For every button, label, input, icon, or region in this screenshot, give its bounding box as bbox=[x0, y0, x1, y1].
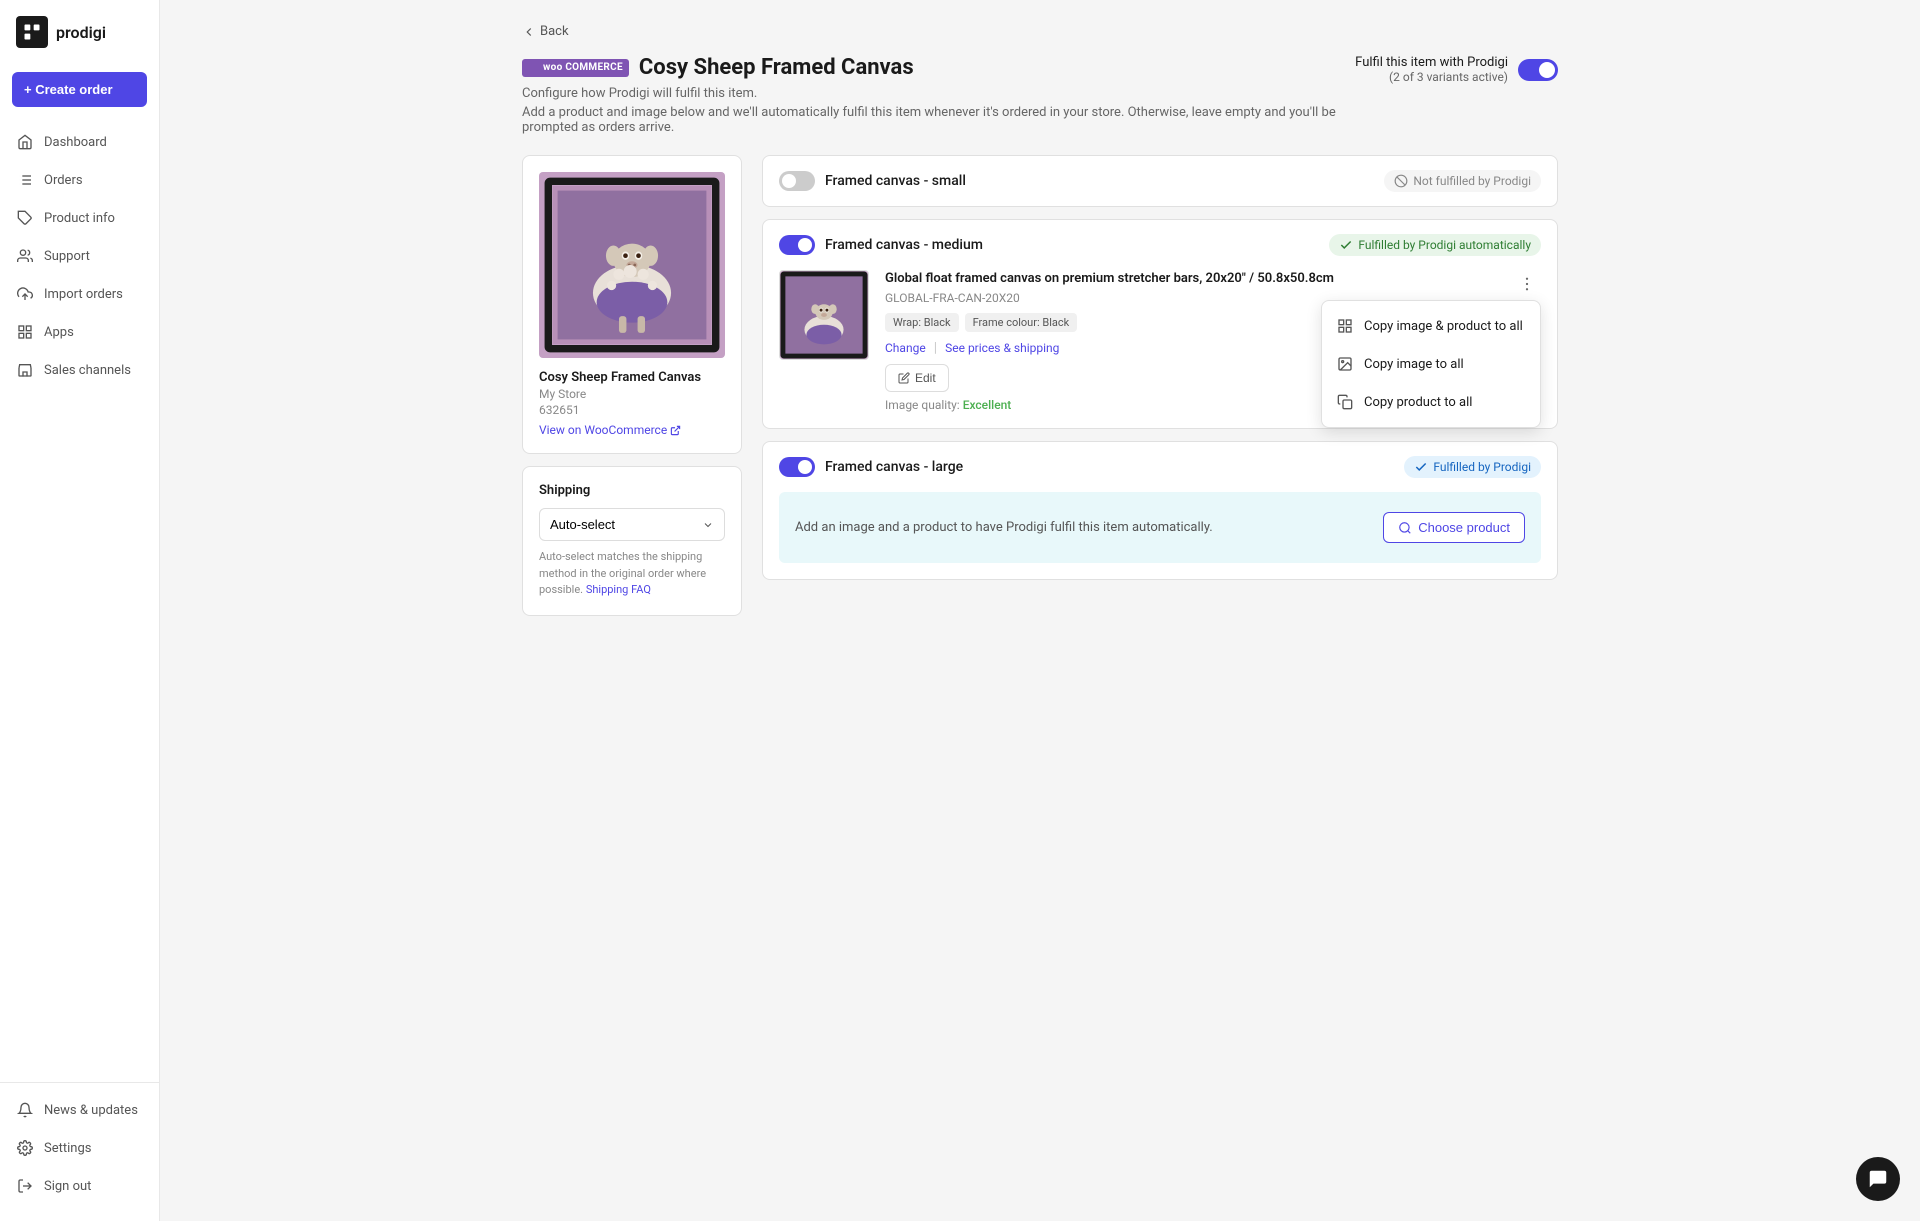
sidebar-item-dashboard-label: Dashboard bbox=[44, 135, 107, 150]
page-subtitle: Configure how Prodigi will fulfil this i… bbox=[522, 86, 1355, 101]
tag-icon bbox=[16, 209, 34, 227]
page-title: Cosy Sheep Framed Canvas bbox=[639, 55, 914, 80]
logo: prodigi bbox=[0, 0, 159, 64]
sidebar-bottom: News & updates Settings Sign out bbox=[0, 1082, 159, 1221]
variant-large-empty-text: Add an image and a product to have Prodi… bbox=[795, 520, 1367, 535]
back-link[interactable]: Back bbox=[522, 24, 1558, 39]
sidebar-item-settings[interactable]: Settings bbox=[0, 1129, 159, 1167]
more-options-button[interactable] bbox=[1513, 270, 1541, 298]
variant-large: Framed canvas - large Fulfilled by Prodi… bbox=[762, 441, 1558, 580]
fulfill-label: Fulfil this item with Prodigi bbox=[1355, 55, 1508, 70]
page-description: Add a product and image below and we'll … bbox=[522, 105, 1355, 135]
frame-tag: Frame colour: Black bbox=[965, 313, 1078, 332]
product-info-card: Cosy Sheep Framed Canvas My Store 632651… bbox=[522, 155, 742, 454]
wrap-tag: Wrap: Black bbox=[885, 313, 959, 332]
copy-image-product-item[interactable]: Copy image & product to all bbox=[1322, 307, 1540, 345]
copy-image-item[interactable]: Copy image to all bbox=[1322, 345, 1540, 383]
product-image bbox=[539, 172, 725, 358]
pricing-link[interactable]: See prices & shipping bbox=[945, 341, 1059, 355]
shipping-card: Shipping Auto-select Auto-select matches… bbox=[522, 466, 742, 616]
sidebar-item-sign-out[interactable]: Sign out bbox=[0, 1167, 159, 1205]
product-name: Cosy Sheep Framed Canvas bbox=[539, 370, 725, 385]
variant-small-status: Not fulfilled by Prodigi bbox=[1384, 170, 1541, 192]
fulfill-toggle-section: Fulfil this item with Prodigi (2 of 3 va… bbox=[1355, 55, 1558, 84]
variant-medium-name: Framed canvas - medium bbox=[825, 237, 1319, 253]
shipping-select[interactable]: Auto-select bbox=[539, 508, 725, 541]
quality-value: Excellent bbox=[963, 398, 1012, 412]
fulfill-toggle[interactable] bbox=[1518, 59, 1558, 81]
variant-medium-product-name: Global float framed canvas on premium st… bbox=[885, 270, 1497, 288]
sidebar-item-sign-out-label: Sign out bbox=[44, 1179, 91, 1194]
sidebar-item-news-updates[interactable]: News & updates bbox=[0, 1091, 159, 1129]
sidebar-item-sales-channels-label: Sales channels bbox=[44, 363, 131, 378]
copy-image-product-label: Copy image & product to all bbox=[1364, 319, 1523, 334]
woo-badge: woo COMMERCE bbox=[522, 59, 629, 77]
logo-icon bbox=[16, 16, 48, 48]
variant-large-empty: Add an image and a product to have Prodi… bbox=[779, 492, 1541, 563]
more-btn-wrapper: Copy image & product to all Copy image t… bbox=[1513, 270, 1541, 298]
sidebar-item-product-info-label: Product info bbox=[44, 211, 115, 226]
edit-button[interactable]: Edit bbox=[885, 364, 949, 392]
page-header: woo COMMERCE Cosy Sheep Framed Canvas Co… bbox=[522, 55, 1558, 135]
copy-image-label: Copy image to all bbox=[1364, 357, 1464, 372]
sidebar-item-orders-label: Orders bbox=[44, 173, 83, 188]
variant-large-name: Framed canvas - large bbox=[825, 459, 1394, 475]
choose-product-button[interactable]: Choose product bbox=[1383, 512, 1525, 543]
product-store: My Store bbox=[539, 387, 725, 401]
product-id: 632651 bbox=[539, 403, 725, 417]
back-text: Back bbox=[540, 24, 569, 39]
variants-section: Framed canvas - small Not fulfilled by P… bbox=[762, 155, 1558, 616]
variant-small-toggle[interactable] bbox=[779, 171, 815, 191]
view-on-woo-link[interactable]: View on WooCommerce bbox=[539, 423, 725, 437]
upload-icon bbox=[16, 285, 34, 303]
variant-medium: Framed canvas - medium Fulfilled by Prod… bbox=[762, 219, 1558, 429]
copy-image-icon bbox=[1336, 355, 1354, 373]
list-icon bbox=[16, 171, 34, 189]
change-link[interactable]: Change bbox=[885, 341, 926, 355]
sidebar-item-apps[interactable]: Apps bbox=[0, 313, 159, 351]
variant-medium-status: Fulfilled by Prodigi automatically bbox=[1329, 234, 1541, 256]
copy-product-label: Copy product to all bbox=[1364, 395, 1472, 410]
logo-text: prodigi bbox=[56, 23, 106, 42]
sidebar-item-settings-label: Settings bbox=[44, 1141, 91, 1156]
variant-small: Framed canvas - small Not fulfilled by P… bbox=[762, 155, 1558, 207]
sidebar-item-dashboard[interactable]: Dashboard bbox=[0, 123, 159, 161]
choose-product-label: Choose product bbox=[1418, 520, 1510, 535]
shipping-description: Auto-select matches the shipping method … bbox=[539, 549, 725, 599]
gear-icon bbox=[16, 1139, 34, 1157]
sidebar-item-support-label: Support bbox=[44, 249, 90, 264]
nav-section: Dashboard Orders Product info Support bbox=[0, 115, 159, 1082]
sidebar-item-import-orders[interactable]: Import orders bbox=[0, 275, 159, 313]
variant-large-status: Fulfilled by Prodigi bbox=[1404, 456, 1541, 478]
shipping-title: Shipping bbox=[539, 483, 725, 498]
home-icon bbox=[16, 133, 34, 151]
variant-medium-toggle[interactable] bbox=[779, 235, 815, 255]
chat-bubble[interactable] bbox=[1856, 1157, 1900, 1201]
shipping-faq-link[interactable]: Shipping FAQ bbox=[586, 583, 651, 596]
copy-grid-icon bbox=[1336, 317, 1354, 335]
store-icon bbox=[16, 361, 34, 379]
main-content: Back woo COMMERCE Cosy Sheep Framed Canv… bbox=[160, 0, 1920, 1221]
variant-small-name: Framed canvas - small bbox=[825, 173, 1374, 189]
sidebar-item-orders[interactable]: Orders bbox=[0, 161, 159, 199]
sidebar-item-apps-label: Apps bbox=[44, 325, 74, 340]
copy-product-item[interactable]: Copy product to all bbox=[1322, 383, 1540, 421]
sidebar-item-product-info[interactable]: Product info bbox=[0, 199, 159, 237]
sidebar-item-import-orders-label: Import orders bbox=[44, 287, 123, 302]
create-order-button[interactable]: + Create order bbox=[12, 72, 147, 107]
sidebar-item-support[interactable]: Support bbox=[0, 237, 159, 275]
grid-icon bbox=[16, 323, 34, 341]
context-menu: Copy image & product to all Copy image t… bbox=[1321, 300, 1541, 428]
users-icon bbox=[16, 247, 34, 265]
variant-large-toggle[interactable] bbox=[779, 457, 815, 477]
variant-medium-thumb bbox=[779, 270, 869, 360]
logout-icon bbox=[16, 1177, 34, 1195]
bell-icon bbox=[16, 1101, 34, 1119]
copy-product-icon bbox=[1336, 393, 1354, 411]
sidebar-item-sales-channels[interactable]: Sales channels bbox=[0, 351, 159, 389]
sidebar: prodigi + Create order Dashboard Orders … bbox=[0, 0, 160, 1221]
fulfill-sub: (2 of 3 variants active) bbox=[1355, 70, 1508, 84]
sidebar-item-news-updates-label: News & updates bbox=[44, 1103, 138, 1118]
